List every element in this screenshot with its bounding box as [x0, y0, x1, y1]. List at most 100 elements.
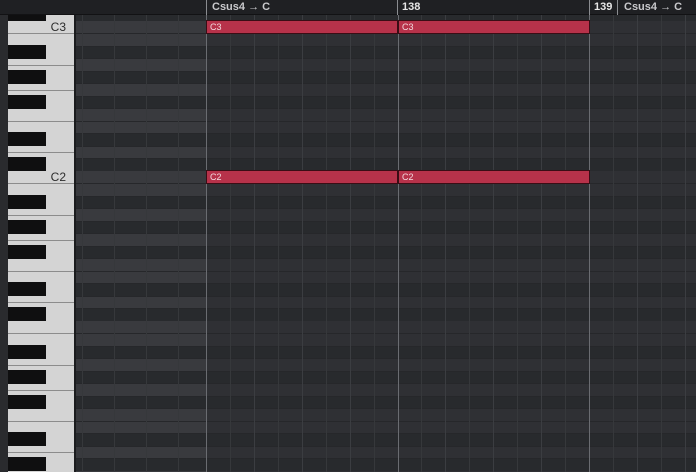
bar-number: 139: [594, 1, 613, 13]
black-key[interactable]: [8, 395, 46, 409]
lane-divider: [76, 158, 696, 160]
beat-gridline: [178, 15, 179, 472]
beat-gridline: [685, 15, 686, 472]
octave-label: C3: [50, 20, 66, 34]
lane-divider: [76, 283, 696, 285]
black-key-lane: [76, 45, 696, 59]
lane-divider: [76, 433, 696, 435]
lane-divider: [76, 245, 696, 247]
beat-gridline: [493, 15, 494, 472]
bar-marker-139: [589, 0, 590, 15]
black-key[interactable]: [8, 15, 46, 21]
lane-divider: [76, 233, 696, 235]
white-key-divider: [8, 271, 76, 272]
black-key[interactable]: [8, 45, 46, 59]
lane-divider: [76, 420, 696, 422]
black-key[interactable]: [8, 245, 46, 259]
lane-divider: [76, 58, 696, 60]
chord-track-label[interactable]: Csus4 → C: [212, 0, 270, 14]
lane-divider: [76, 370, 696, 372]
keyboard-left-strip: [0, 15, 8, 472]
lane-divider: [76, 220, 696, 222]
lane-divider: [76, 195, 696, 197]
black-key-lane: [76, 195, 696, 209]
black-key[interactable]: [8, 345, 46, 359]
bar-marker-137: [206, 0, 207, 15]
black-key[interactable]: [8, 282, 46, 296]
black-key[interactable]: [8, 370, 46, 384]
beat-gridline: [565, 15, 566, 472]
black-key-lane: [76, 458, 696, 471]
beat-gridline: [278, 15, 279, 472]
lane-divider: [76, 358, 696, 360]
bar-gridline: [398, 15, 399, 472]
lane-divider: [76, 70, 696, 72]
lane-divider: [76, 208, 696, 210]
midi-note[interactable]: C2: [206, 170, 398, 184]
white-key-divider: [8, 452, 76, 453]
black-key[interactable]: [8, 132, 46, 146]
lane-divider: [76, 45, 696, 47]
black-key[interactable]: [8, 457, 46, 471]
black-key-lane: [76, 370, 696, 384]
black-key-lane: [76, 158, 696, 171]
white-key-divider: [8, 390, 76, 391]
beat-gridline: [254, 15, 255, 472]
note-grid[interactable]: G3G3F3E3C3C3C2C2: [76, 15, 696, 472]
black-key-lane: [76, 95, 696, 109]
beat-gridline: [517, 15, 518, 472]
beat-gridline: [637, 15, 638, 472]
black-key[interactable]: [8, 157, 46, 171]
black-key-lane: [76, 70, 696, 84]
beat-gridline: [230, 15, 231, 472]
beat-gridline: [445, 15, 446, 472]
octave-label: C2: [50, 170, 66, 184]
white-key-divider: [8, 240, 76, 241]
lane-divider: [76, 295, 696, 297]
timeline-ruler[interactable]: Csus4 → C 138 139 Csus4 → C: [0, 0, 696, 15]
black-key-lane: [76, 220, 696, 234]
lane-divider: [76, 133, 696, 135]
black-key[interactable]: [8, 307, 46, 321]
chord-track-label[interactable]: Csus4 → C: [624, 0, 682, 14]
lane-divider: [76, 270, 696, 272]
lane-divider: [76, 345, 696, 347]
white-key-divider: [8, 365, 76, 366]
lane-divider: [76, 120, 696, 122]
midi-note[interactable]: C3: [398, 20, 590, 34]
black-key[interactable]: [8, 195, 46, 209]
beat-gridline: [114, 15, 115, 472]
lane-divider: [76, 408, 696, 410]
lane-divider: [76, 458, 696, 460]
lane-divider: [76, 95, 696, 97]
white-key-divider: [8, 302, 76, 303]
lane-divider: [76, 383, 696, 385]
white-key-divider: [8, 65, 76, 66]
lane-divider: [76, 445, 696, 447]
piano-keyboard[interactable]: C4C3C2: [0, 15, 76, 472]
bar-number: 138: [402, 1, 421, 13]
beat-gridline: [82, 15, 83, 472]
black-key[interactable]: [8, 95, 46, 109]
bar-marker-138: [397, 0, 398, 15]
lane-divider: [76, 108, 696, 110]
black-key-lane: [76, 345, 696, 359]
beat-gridline: [661, 15, 662, 472]
beat-gridline: [302, 15, 303, 472]
beat-gridline: [146, 15, 147, 472]
white-key-divider: [8, 121, 76, 122]
black-key[interactable]: [8, 70, 46, 84]
black-key[interactable]: [8, 220, 46, 234]
lane-divider: [76, 83, 696, 85]
midi-note[interactable]: C3: [206, 20, 398, 34]
beat-gridline: [613, 15, 614, 472]
black-key-lane: [76, 283, 696, 296]
beat-gridline: [469, 15, 470, 472]
black-key[interactable]: [8, 432, 46, 446]
lane-divider: [76, 395, 696, 397]
midi-note[interactable]: C2: [398, 170, 590, 184]
black-key-lane: [76, 395, 696, 409]
lane-divider: [76, 308, 696, 310]
white-key-divider: [8, 152, 76, 153]
bar-gridline: [589, 15, 590, 472]
